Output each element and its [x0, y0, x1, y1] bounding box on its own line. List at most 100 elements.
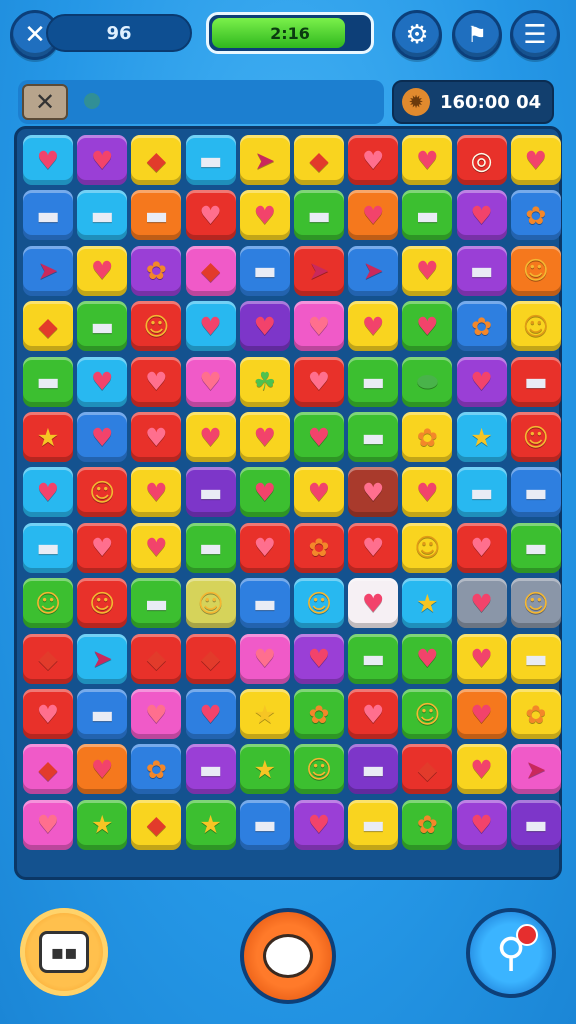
tile-kite[interactable]: ◆ — [131, 633, 182, 684]
tile-heart[interactable]: ♥ — [456, 190, 507, 241]
tile-heart[interactable]: ♥ — [239, 190, 290, 241]
tile-heart[interactable]: ♥ — [77, 356, 128, 407]
tile-candy[interactable]: ▬ — [348, 799, 399, 850]
tile-candy[interactable]: ▬ — [510, 356, 561, 407]
tile-candy[interactable]: ▬ — [510, 633, 561, 684]
tile-heart[interactable]: ♥ — [402, 467, 453, 518]
tile-candy[interactable]: ▬ — [348, 633, 399, 684]
tile-blob[interactable]: ☺ — [77, 578, 128, 629]
tile-candy[interactable]: ▬ — [348, 744, 399, 795]
tile-rocket[interactable]: ➤ — [294, 245, 344, 296]
tile-blob[interactable]: ☺ — [77, 467, 128, 518]
tile-heart[interactable]: ♥ — [456, 356, 507, 407]
tile-kite[interactable]: ◆ — [185, 245, 236, 296]
tile-flower[interactable]: ✿ — [402, 799, 453, 850]
tile-blob[interactable]: ☺ — [510, 578, 561, 629]
tile-heart[interactable]: ♥ — [185, 190, 236, 241]
tile-heart[interactable]: ♥ — [294, 799, 344, 850]
tile-clover[interactable]: ☘ — [239, 356, 290, 407]
tile-heart[interactable]: ♥ — [239, 633, 290, 684]
tile-candy[interactable]: ▬ — [131, 190, 182, 241]
tile-heart[interactable]: ♥ — [131, 356, 182, 407]
tile-heart[interactable]: ♥ — [294, 412, 344, 462]
tile-kite[interactable]: ◆ — [23, 744, 73, 795]
tile-star[interactable]: ★ — [77, 799, 128, 850]
tile-heart[interactable]: ♥ — [456, 578, 507, 629]
tile-heart[interactable]: ♥ — [402, 245, 453, 296]
tile-heart[interactable]: ♥ — [77, 412, 128, 462]
tile-kite[interactable]: ◆ — [131, 799, 182, 850]
tile-kite[interactable]: ◆ — [402, 744, 453, 795]
tile-heart[interactable]: ♥ — [77, 522, 128, 573]
tile-heart[interactable]: ♥ — [456, 522, 507, 573]
tile-blob[interactable]: ☺ — [402, 689, 453, 739]
tile-heart[interactable]: ♥ — [77, 135, 128, 185]
settings-button[interactable]: ⚙ — [392, 10, 442, 60]
tile-kite[interactable]: ◆ — [294, 135, 344, 185]
tile-kite[interactable]: ◆ — [23, 633, 73, 684]
tile-bean[interactable]: ⬬ — [402, 356, 453, 407]
tile-star[interactable]: ★ — [402, 578, 453, 629]
tile-heart[interactable]: ♥ — [348, 135, 399, 185]
tile-blob[interactable]: ☺ — [510, 412, 561, 462]
tile-flower[interactable]: ✿ — [294, 522, 344, 573]
tile-heart[interactable]: ♥ — [239, 301, 290, 352]
tile-heart[interactable]: ♥ — [294, 356, 344, 407]
tile-blob[interactable]: ☺ — [294, 744, 344, 795]
tile-heart[interactable]: ♥ — [510, 135, 561, 185]
hint-button[interactable]: ⚲ — [466, 908, 556, 998]
tile-heart[interactable]: ♥ — [348, 190, 399, 241]
exit-level-button[interactable]: ✕ — [22, 84, 68, 120]
tile-star[interactable]: ★ — [23, 412, 73, 462]
tile-candy[interactable]: ▬ — [348, 412, 399, 462]
tile-blob[interactable]: ☺ — [131, 301, 182, 352]
tile-star[interactable]: ★ — [239, 689, 290, 739]
booster-button[interactable]: ▪▪ — [20, 908, 108, 996]
tile-heart[interactable]: ♥ — [456, 799, 507, 850]
tile-heart[interactable]: ♥ — [185, 356, 236, 407]
tile-flower[interactable]: ✿ — [294, 689, 344, 739]
tile-heart[interactable]: ♥ — [294, 633, 344, 684]
tile-heart[interactable]: ♥ — [348, 578, 399, 629]
tile-candy[interactable]: ▬ — [456, 245, 507, 296]
tile-candy[interactable]: ▬ — [77, 689, 128, 739]
tile-flower[interactable]: ✿ — [510, 689, 561, 739]
tile-candy[interactable]: ▬ — [77, 301, 128, 352]
tile-candy[interactable]: ▬ — [23, 356, 73, 407]
tile-kite[interactable]: ◆ — [23, 301, 73, 352]
tile-heart[interactable]: ♥ — [239, 522, 290, 573]
tile-candy[interactable]: ▬ — [185, 744, 236, 795]
tile-kite[interactable]: ◆ — [185, 633, 236, 684]
tile-flower[interactable]: ✿ — [456, 301, 507, 352]
shuffle-button[interactable] — [240, 908, 336, 1004]
tile-heart[interactable]: ♥ — [348, 467, 399, 518]
tile-heart[interactable]: ♥ — [131, 689, 182, 739]
tile-heart[interactable]: ♥ — [402, 135, 453, 185]
tile-heart[interactable]: ♥ — [185, 689, 236, 739]
tile-rocket[interactable]: ➤ — [510, 744, 561, 795]
tile-blob[interactable]: ☺ — [294, 578, 344, 629]
tile-candy[interactable]: ▬ — [23, 522, 73, 573]
tile-flower[interactable]: ✿ — [510, 190, 561, 241]
tile-heart[interactable]: ♥ — [77, 245, 128, 296]
tile-heart[interactable]: ♥ — [23, 467, 73, 518]
tile-heart[interactable]: ♥ — [294, 301, 344, 352]
tile-heart[interactable]: ♥ — [402, 301, 453, 352]
tile-flower[interactable]: ✿ — [402, 412, 453, 462]
tile-candy[interactable]: ▬ — [348, 356, 399, 407]
tile-candy[interactable]: ▬ — [131, 578, 182, 629]
menu-button[interactable]: ☰ — [510, 10, 560, 60]
tile-heart[interactable]: ♥ — [294, 467, 344, 518]
tile-rocket[interactable]: ➤ — [23, 245, 73, 296]
tile-heart[interactable]: ♥ — [131, 412, 182, 462]
tile-heart[interactable]: ♥ — [23, 689, 73, 739]
tile-heart[interactable]: ♥ — [131, 522, 182, 573]
tile-blob[interactable]: ☺ — [402, 522, 453, 573]
tile-heart[interactable]: ♥ — [348, 522, 399, 573]
tile-heart[interactable]: ♥ — [348, 301, 399, 352]
tile-heart[interactable]: ♥ — [402, 633, 453, 684]
tile-candy[interactable]: ▬ — [185, 135, 236, 185]
tile-heart[interactable]: ♥ — [185, 412, 236, 462]
tile-heart[interactable]: ♥ — [456, 744, 507, 795]
tile-heart[interactable]: ♥ — [23, 135, 73, 185]
